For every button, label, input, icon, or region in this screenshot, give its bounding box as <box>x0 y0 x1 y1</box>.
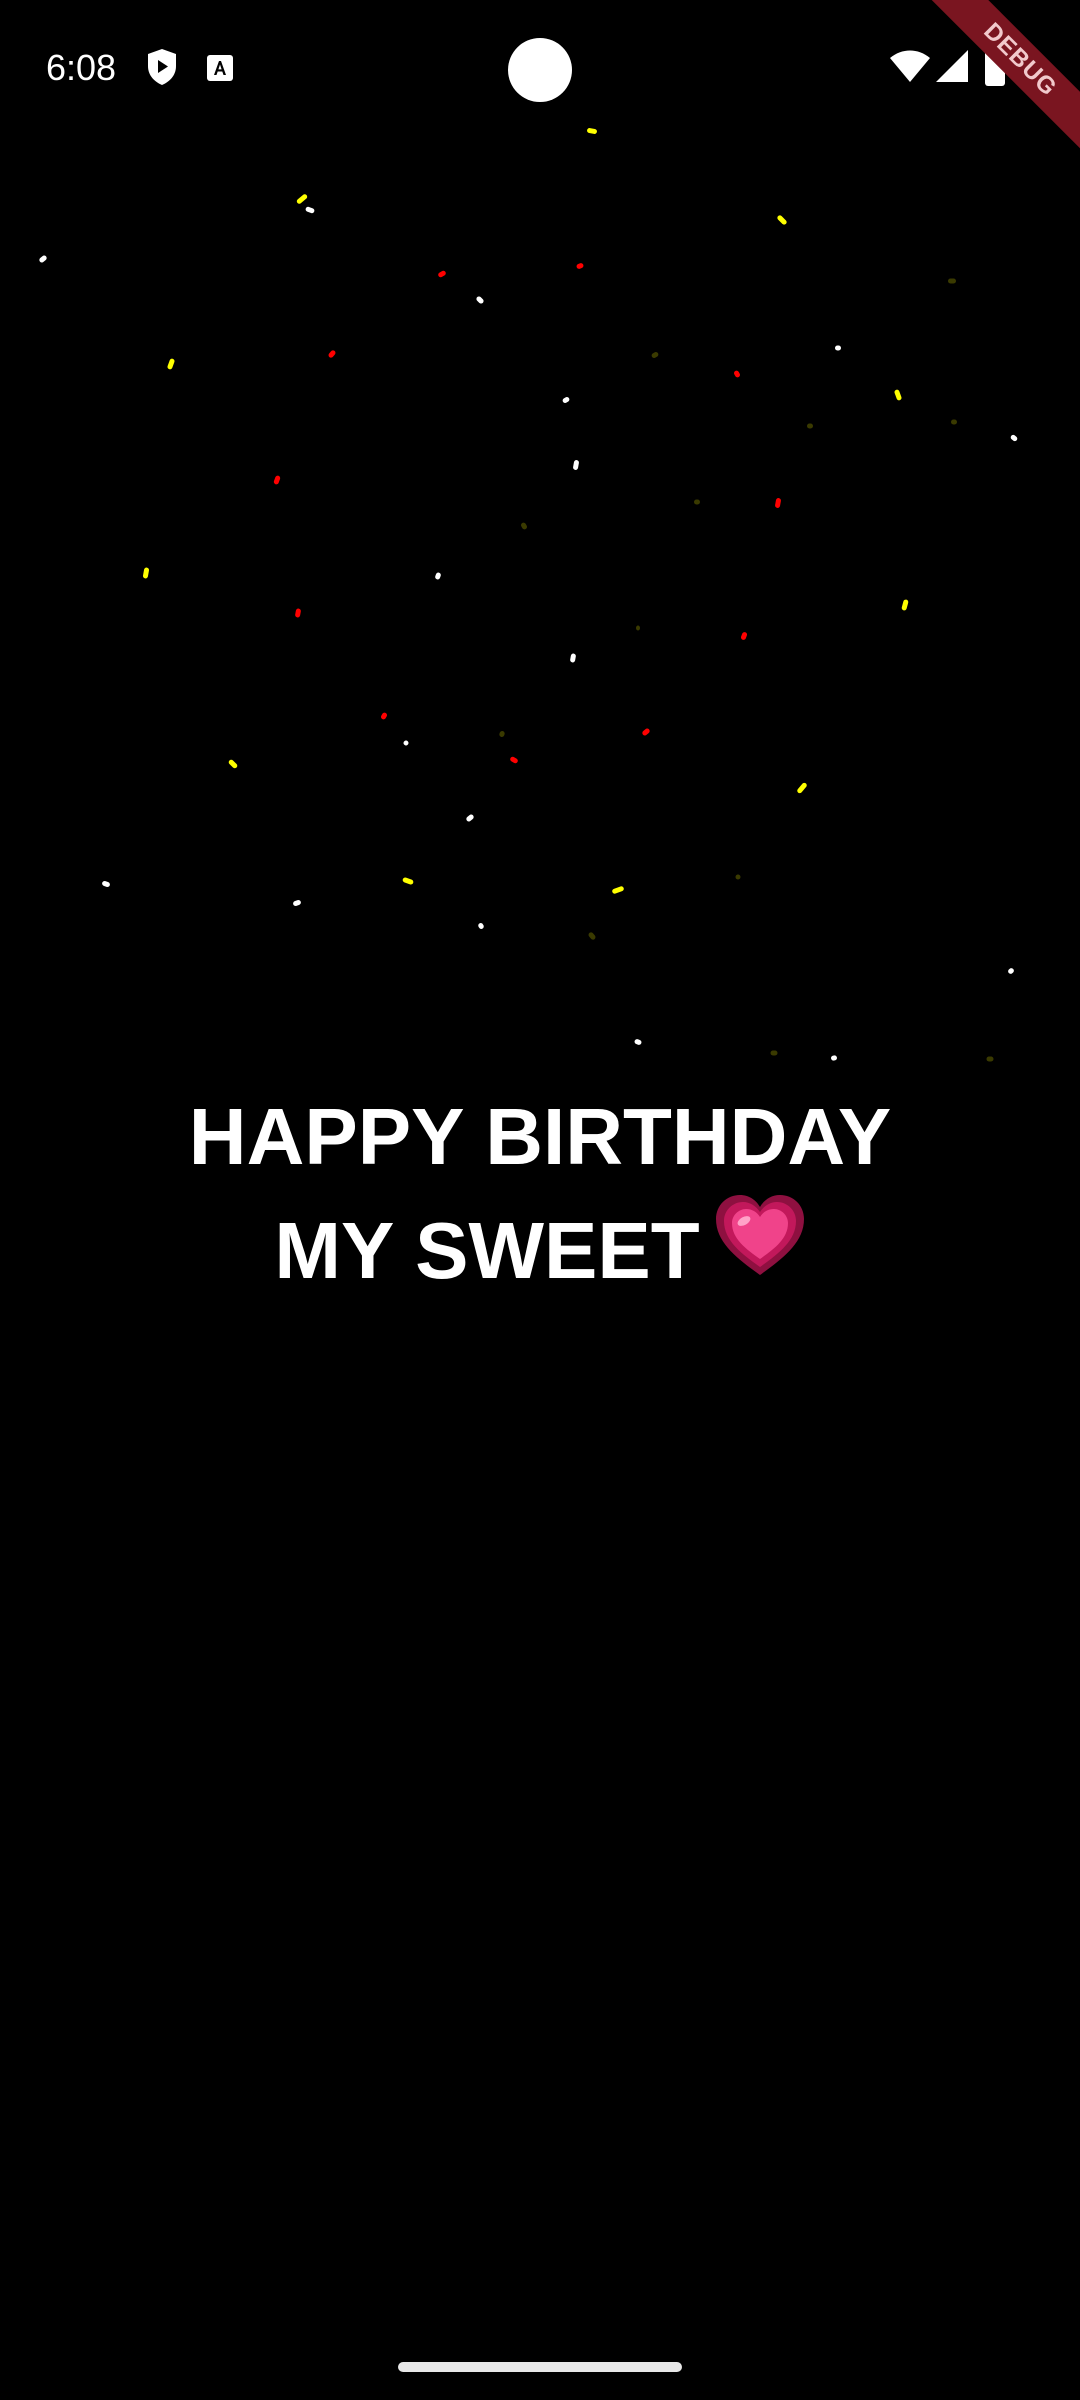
confetti-piece <box>740 632 748 640</box>
confetti-piece <box>562 397 570 403</box>
confetti-piece <box>588 932 596 940</box>
confetti-piece <box>296 194 308 204</box>
confetti-piece <box>466 814 474 822</box>
app-screen: 6:08 DEBUG HAPPY BIRTHDAY MY SWEET <box>0 0 1080 2400</box>
confetti-piece <box>521 522 527 530</box>
message-line-2: MY SWEET <box>274 1206 700 1295</box>
confetti-piece <box>102 880 110 888</box>
confetti-piece <box>835 345 841 351</box>
birthday-message: HAPPY BIRTHDAY MY SWEET <box>0 1080 1080 1308</box>
confetti-piece <box>570 653 576 663</box>
confetti-piece <box>694 499 700 505</box>
confetti-piece <box>438 270 446 278</box>
confetti-piece <box>142 567 150 579</box>
home-indicator[interactable] <box>398 2362 682 2372</box>
confetti-piece <box>587 128 597 134</box>
confetti-piece <box>951 419 957 425</box>
confetti-layer <box>0 0 1080 1100</box>
message-line-1: HAPPY BIRTHDAY <box>188 1092 892 1181</box>
confetti-piece <box>1010 434 1018 442</box>
confetti-piece <box>328 350 336 358</box>
confetti-piece <box>894 389 902 401</box>
confetti-piece <box>807 423 813 429</box>
confetti-piece <box>228 759 238 769</box>
confetti-piece <box>402 877 414 885</box>
confetti-piece <box>476 296 484 304</box>
confetti-piece <box>986 1056 994 1062</box>
confetti-piece <box>293 899 301 907</box>
confetti-piece <box>734 370 740 378</box>
confetti-piece <box>777 215 787 225</box>
confetti-piece <box>510 756 518 764</box>
confetti-piece <box>167 358 175 370</box>
confetti-piece <box>831 1055 837 1061</box>
confetti-piece <box>39 255 47 263</box>
confetti-piece <box>573 460 579 470</box>
confetti-piece <box>636 625 640 631</box>
confetti-piece <box>634 1039 642 1045</box>
confetti-piece <box>305 206 315 214</box>
confetti-piece <box>797 782 807 794</box>
confetti-piece <box>576 263 584 269</box>
confetti-piece <box>478 923 484 929</box>
confetti-piece <box>775 498 781 508</box>
growing-heart-icon <box>714 1193 806 1307</box>
confetti-piece <box>499 731 505 737</box>
confetti-piece <box>273 475 281 485</box>
confetti-piece <box>403 740 409 746</box>
confetti-piece <box>651 352 659 358</box>
confetti-piece <box>612 886 624 894</box>
confetti-piece <box>642 728 650 736</box>
confetti-piece <box>295 608 301 618</box>
confetti-piece <box>1008 968 1014 974</box>
message-line-2-wrapper: MY SWEET <box>0 1194 1080 1308</box>
confetti-piece <box>435 572 441 580</box>
confetti-piece <box>948 278 956 284</box>
confetti-particles <box>39 128 1018 1062</box>
confetti-piece <box>770 1050 778 1056</box>
confetti-piece <box>735 874 741 880</box>
confetti-piece <box>901 599 909 611</box>
confetti-piece <box>381 712 387 720</box>
